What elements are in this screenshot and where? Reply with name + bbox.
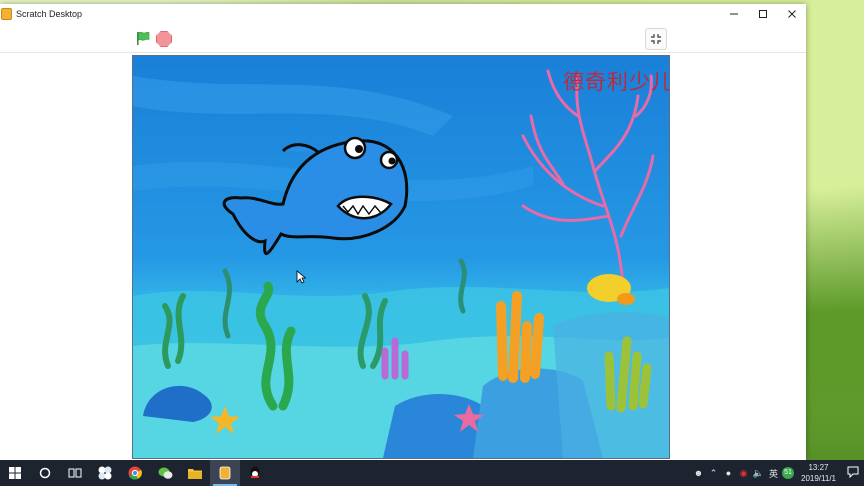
chrome-icon xyxy=(128,466,142,480)
wechat-app[interactable] xyxy=(150,460,180,486)
ime-indicator[interactable]: 英 xyxy=(767,467,780,480)
pinwheel-icon xyxy=(98,466,112,480)
close-icon xyxy=(787,10,796,18)
maximize-icon xyxy=(758,10,767,18)
clock[interactable]: 13:27 2019/11/1 xyxy=(801,462,836,484)
window-title: Scratch Desktop xyxy=(16,9,83,19)
clock-date: 2019/11/1 xyxy=(801,474,836,483)
start-icon xyxy=(9,467,21,479)
exit-fullscreen-button[interactable] xyxy=(645,28,667,50)
clock-time: 13:27 xyxy=(808,463,829,472)
wechat-icon xyxy=(158,467,172,479)
chrome-app[interactable] xyxy=(120,460,150,486)
antivirus-icon[interactable]: ◉ xyxy=(737,468,750,479)
minimize-icon xyxy=(729,13,738,15)
green-flag-icon[interactable] xyxy=(136,31,150,46)
people-icon[interactable]: ☻ xyxy=(692,468,705,478)
window-controls xyxy=(719,4,806,24)
scratch-app-icon xyxy=(1,8,12,20)
minimize-button[interactable] xyxy=(719,4,748,24)
cortana-button[interactable] xyxy=(30,460,60,486)
underwater-backdrop xyxy=(133,56,669,458)
stage-toolbar xyxy=(0,24,806,53)
file-explorer-icon xyxy=(188,469,202,479)
chevron-up-icon[interactable]: ⌃ xyxy=(707,468,720,479)
notification-center-button[interactable] xyxy=(842,466,864,480)
taskbar: ☻ ⌃ ● ◉ 🔈 英 51 13:27 2019/11/1 xyxy=(0,460,864,486)
pinwheel-app[interactable] xyxy=(90,460,120,486)
qq-tray-icon[interactable]: ● xyxy=(722,468,735,478)
scratch-taskbar-app[interactable] xyxy=(210,460,240,486)
system-tray: ☻ ⌃ ● ◉ 🔈 英 51 13:27 2019/11/1 xyxy=(691,460,864,486)
notification-icon xyxy=(847,466,859,479)
stop-icon[interactable] xyxy=(156,31,172,47)
task-view-button[interactable] xyxy=(60,460,90,486)
task-view-icon xyxy=(68,468,82,478)
start-button[interactable] xyxy=(0,460,30,486)
file-explorer-app[interactable] xyxy=(180,460,210,486)
qq-app[interactable] xyxy=(240,460,270,486)
close-button[interactable] xyxy=(777,4,806,24)
cortana-icon xyxy=(39,467,51,479)
stage-caption: 德奇利少儿编程 xyxy=(563,70,670,94)
title-bar[interactable]: Scratch Desktop xyxy=(0,4,806,24)
scratch-window: Scratch Desktop 德奇利少儿 xyxy=(0,4,806,460)
exit-fullscreen-icon xyxy=(651,34,661,44)
maximize-button[interactable] xyxy=(748,4,777,24)
volume-icon[interactable]: 🔈 xyxy=(752,468,765,479)
qq-icon xyxy=(250,466,260,478)
stage[interactable]: 德奇利少儿编程 xyxy=(132,55,670,459)
tray-badge[interactable]: 51 xyxy=(782,467,794,479)
scratch-icon xyxy=(219,466,231,480)
mouse-cursor-icon xyxy=(296,270,306,284)
